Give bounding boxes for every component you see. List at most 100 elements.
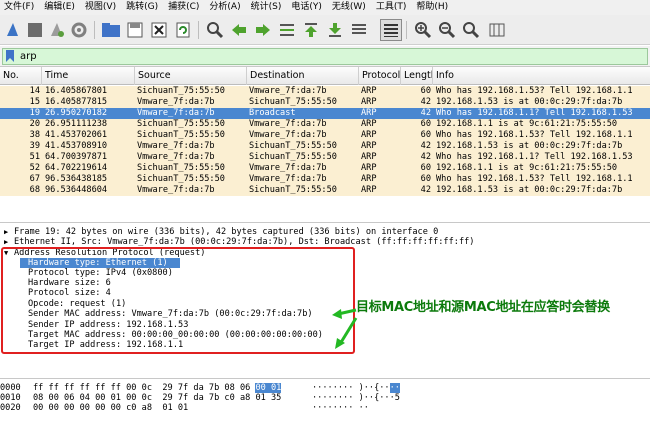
menu-item-6[interactable]: 统计(S)	[247, 0, 288, 15]
last-packet-icon[interactable]	[324, 19, 346, 41]
tree-frame[interactable]: ▶ Frame 19: 42 bytes on wire (336 bits), …	[4, 227, 438, 237]
menu-item-2[interactable]: 视图(V)	[81, 0, 122, 15]
first-packet-icon[interactable]	[300, 19, 322, 41]
filter-input[interactable]	[16, 49, 616, 64]
expand-arrow-icon[interactable]: ▶	[4, 227, 14, 237]
bytes-hex: 00 00 00 00 00 00 c0 a8 01 01	[33, 403, 323, 413]
go-to-packet-icon[interactable]	[276, 19, 298, 41]
bytes-hex: ff ff ff ff ff ff 00 0c 29 7f da 7b 08 0…	[33, 383, 323, 393]
zoom-out-icon[interactable]	[436, 19, 458, 41]
colorize-list-icon[interactable]	[380, 19, 402, 41]
packet-row[interactable]: 51 64.700397871 Vmware_7f:da:7b SichuanT_75…	[0, 152, 650, 163]
packet-cell-no: 19	[29, 108, 40, 118]
packet-row[interactable]: 68 96.536448604 Vmware_7f:da:7b SichuanT_75…	[0, 185, 650, 196]
display-filter-field[interactable]	[2, 48, 648, 65]
menu-item-3[interactable]: 跳转(G)	[122, 0, 164, 15]
packet-cell-no: 14	[29, 86, 40, 96]
packet-cell-src: SichuanT_75:55:50	[137, 174, 225, 184]
packet-row[interactable]: 20 26.951111238 SichuanT_75:55:50 Vmware_7f…	[0, 119, 650, 130]
column-header-length[interactable]: Length	[401, 67, 433, 85]
packet-cell-time: 26.951111238	[45, 119, 108, 129]
column-header-source[interactable]: Source	[135, 67, 247, 85]
packet-cell-dst: Vmware_7f:da:7b	[249, 174, 327, 184]
packet-cell-time: 64.702219614	[45, 163, 108, 173]
shark-fin-start-icon[interactable]	[2, 19, 24, 41]
stop-icon[interactable]	[24, 19, 46, 41]
packet-cell-time: 64.700397871	[45, 152, 108, 162]
packet-cell-no: 67	[29, 174, 40, 184]
go-back-arrow-icon[interactable]	[228, 19, 250, 41]
options-gear-icon[interactable]	[68, 19, 90, 41]
column-header-no[interactable]: No.	[0, 67, 42, 85]
packet-list: No. Time Source Destination Protocol Len…	[0, 67, 650, 207]
zoom-normal-icon[interactable]	[460, 19, 482, 41]
packet-cell-proto: ARP	[361, 163, 377, 173]
column-header-info[interactable]: Info	[433, 67, 650, 85]
packet-row[interactable]: 19 26.950270182 Vmware_7f:da:7b Broadcast AR…	[0, 108, 650, 119]
save-file-icon[interactable]	[124, 19, 146, 41]
packet-row[interactable]: 15 16.405877815 Vmware_7f:da:7b SichuanT_75…	[0, 97, 650, 108]
packet-row[interactable]: 52 64.702219614 SichuanT_75:55:50 Vmware_7f…	[0, 163, 650, 174]
bytes-ascii: ········ ··	[312, 403, 432, 413]
bytes-line[interactable]: 0020 00 00 00 00 00 00 c0 a8 01 01 ·······…	[0, 403, 650, 413]
packet-row[interactable]: 39 41.453708910 Vmware_7f:da:7b SichuanT_75…	[0, 141, 650, 152]
bytes-hex-text: 00 00 00 00 00 00 c0 a8 01 01	[33, 403, 189, 413]
menu-item-7[interactable]: 电话(Y)	[287, 0, 328, 15]
packet-cell-proto: ARP	[361, 152, 377, 162]
bytes-hex-text: 08 00 06 04 00 01 00 0c 29 7f da 7b c0 a…	[33, 393, 282, 403]
packet-cell-time: 26.950270182	[45, 108, 108, 118]
tree-ethernet[interactable]: ▶ Ethernet II, Src: Vmware_7f:da:7b (00:0…	[4, 237, 474, 247]
packet-bytes-pane: 0000 ff ff ff ff ff ff 00 0c 29 7f da 7b …	[0, 378, 650, 424]
packet-cell-len: 42	[420, 152, 431, 162]
column-header-protocol[interactable]: Protocol	[359, 67, 401, 85]
packet-cell-proto: ARP	[361, 119, 377, 129]
menu-item-8[interactable]: 无线(W)	[328, 0, 372, 15]
packet-cell-src: Vmware_7f:da:7b	[137, 97, 215, 107]
menu-item-9[interactable]: 工具(T)	[372, 0, 413, 15]
packet-row[interactable]: 67 96.536438185 SichuanT_75:55:50 Vmware_7f…	[0, 174, 650, 185]
packet-row[interactable]: 14 16.405867801 SichuanT_75:55:50 Vmware_7f…	[0, 86, 650, 97]
menu-item-1[interactable]: 编辑(E)	[40, 0, 81, 15]
packet-cell-proto: ARP	[361, 86, 377, 96]
menu-item-5[interactable]: 分析(A)	[205, 0, 246, 15]
packet-cell-no: 52	[29, 163, 40, 173]
restart-fin-icon[interactable]	[46, 19, 68, 41]
target-arrow-icon	[338, 317, 358, 345]
packet-row[interactable]: 38 41.453702061 SichuanT_75:55:50 Vmware_7f…	[0, 130, 650, 141]
packet-cell-len: 42	[420, 108, 431, 118]
packet-cell-no: 51	[29, 152, 40, 162]
packet-cell-time: 96.536438185	[45, 174, 108, 184]
packet-cell-proto: ARP	[361, 174, 377, 184]
packet-cell-dst: SichuanT_75:55:50	[249, 152, 337, 162]
find-packet-icon[interactable]	[204, 19, 226, 41]
packet-cell-src: SichuanT_75:55:50	[137, 163, 225, 173]
resize-columns-icon[interactable]	[486, 19, 508, 41]
bytes-line[interactable]: 0000 ff ff ff ff ff ff 00 0c 29 7f da 7b …	[0, 383, 650, 393]
packet-cell-info: Who has 192.168.1.1? Tell 192.168.1.53	[436, 152, 633, 162]
packet-cell-len: 42	[420, 141, 431, 151]
zoom-in-icon[interactable]	[412, 19, 434, 41]
auto-scroll-icon[interactable]	[348, 19, 370, 41]
packet-rows: 14 16.405867801 SichuanT_75:55:50 Vmware_7f…	[0, 86, 650, 196]
menu-bar: 文件(F) 编辑(E) 视图(V) 跳转(G) 捕获(C) 分析(A) 统计(S) 电话(Y)…	[0, 0, 650, 15]
go-forward-arrow-icon[interactable]	[252, 19, 274, 41]
column-header-destination[interactable]: Destination	[247, 67, 359, 85]
column-header-time[interactable]: Time	[42, 67, 135, 85]
expand-arrow-icon[interactable]: ▶	[4, 237, 14, 247]
menu-item-4[interactable]: 捕获(C)	[164, 0, 205, 15]
menu-item-0[interactable]: 文件(F)	[0, 0, 40, 15]
open-folder-icon[interactable]	[100, 19, 122, 41]
packet-cell-src: SichuanT_75:55:50	[137, 86, 225, 96]
annotation-text: 目标MAC地址和源MAC地址在应答时会替换	[356, 300, 610, 315]
close-file-icon[interactable]	[148, 19, 170, 41]
menu-item-10[interactable]: 帮助(H)	[412, 0, 454, 15]
reload-file-icon[interactable]	[172, 19, 194, 41]
packet-cell-len: 42	[420, 185, 431, 195]
packet-cell-info: 192.168.1.1 is at 9c:61:21:75:55:50	[436, 163, 618, 173]
bytes-line[interactable]: 0010 08 00 06 04 00 01 00 0c 29 7f da 7b …	[0, 393, 650, 403]
packet-cell-no: 68	[29, 185, 40, 195]
packet-cell-src: Vmware_7f:da:7b	[137, 152, 215, 162]
bytes-hex: 08 00 06 04 00 01 00 0c 29 7f da 7b c0 a…	[33, 393, 323, 403]
bookmark-icon[interactable]	[6, 50, 16, 63]
packet-cell-dst: Vmware_7f:da:7b	[249, 130, 327, 140]
